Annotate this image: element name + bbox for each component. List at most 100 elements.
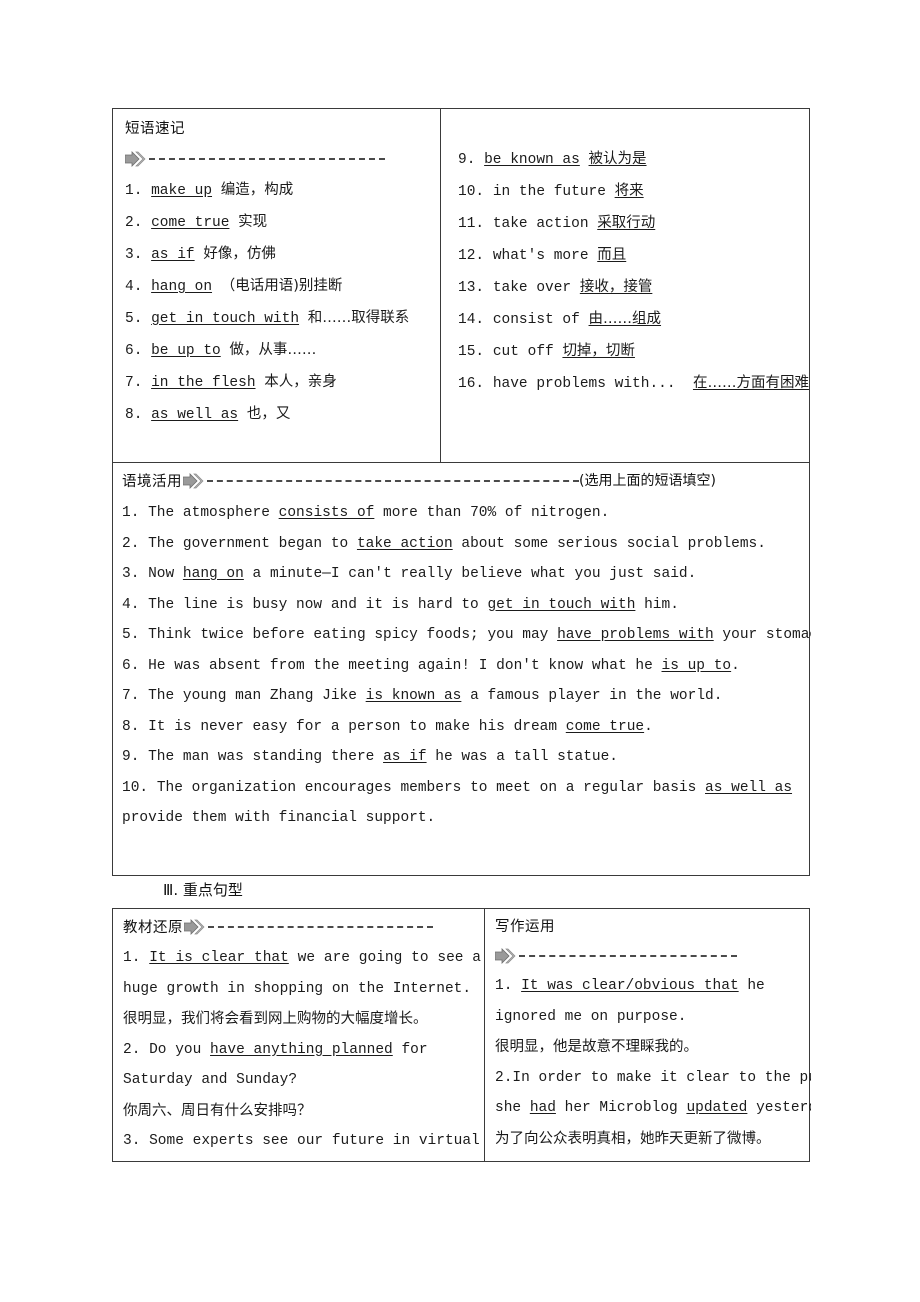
- page-title: Ⅲ. 重点句型: [163, 881, 243, 899]
- item-number: 3.: [122, 566, 140, 582]
- sentence-answer: get in touch with: [487, 596, 636, 613]
- translation: 你周六、周日有什么安排吗？: [123, 1102, 312, 1119]
- writing-application-rule: [494, 944, 811, 966]
- phrase-box-rule: [124, 147, 430, 169]
- item-phrase: as if: [151, 247, 195, 263]
- item-number: 6.: [125, 343, 143, 359]
- item-number: 10.: [122, 779, 149, 796]
- sentence-answer: had: [529, 1100, 556, 1116]
- list-item: 5. get in touch with 和……取得联系: [125, 303, 430, 335]
- list-item: 4. The line is busy now and it is hard t…: [122, 590, 809, 621]
- item-phrase: what's more: [492, 248, 589, 264]
- item-phrase: get in touch with: [151, 311, 300, 327]
- sentence-answer: have anything planned: [210, 1041, 393, 1058]
- sentence-post: about some serious social problems.: [452, 535, 766, 552]
- list-item: 2. The government began to take action a…: [122, 529, 809, 560]
- sentence-post: a famous player in the world.: [461, 688, 723, 704]
- item-phrase: make up: [151, 183, 213, 199]
- item-number: 4.: [122, 596, 140, 613]
- sentence-pattern-table: 教材还原 1. It is clear that we are going to…: [112, 908, 811, 1162]
- item-meaning: 将来: [614, 183, 644, 199]
- item-phrase: in the future: [492, 184, 606, 200]
- item-number: 1.: [123, 950, 141, 966]
- sentence-answer: hang on: [182, 566, 244, 582]
- textbook-restore-entries: 1. It is clear that we are going to see …: [123, 943, 481, 1157]
- sentence-pre: The young man Zhang Jike: [148, 688, 366, 704]
- item-number: 1.: [495, 978, 513, 994]
- item-number: 5.: [122, 627, 140, 643]
- item-meaning: 而且: [597, 247, 627, 263]
- item-number: 13.: [458, 280, 485, 296]
- double-chevron-arrow-icon: [124, 151, 149, 167]
- vocabulary-table: 短语速记 1. make up 编造，构成 2. come true 实现 3.…: [112, 108, 811, 876]
- sentence-answer: come true: [565, 718, 645, 735]
- item-phrase: be up to: [151, 343, 221, 359]
- phrase-list-left-cell: 短语速记 1. make up 编造，构成 2. come true 实现 3.…: [113, 109, 440, 462]
- item-number: 7.: [122, 688, 140, 704]
- item-phrase: have problems with...: [492, 376, 676, 392]
- item-number: 15.: [458, 344, 485, 360]
- list-item: 9. The man was standing there as if he w…: [122, 742, 809, 773]
- context-box-hint: (选用上面的短语填空): [579, 473, 716, 489]
- item-number: 1.: [122, 505, 140, 521]
- item-number: 9.: [122, 749, 140, 765]
- writing-application-title: 写作运用: [495, 919, 555, 935]
- context-sentence-list: 1. The atmosphere consists of more than …: [122, 498, 811, 834]
- list-item: 7. in the flesh 本人，亲身: [125, 367, 430, 399]
- list-item: 14. consist of 由……组成: [458, 304, 805, 336]
- list-item: 3. Now hang on a minute—I can't really b…: [122, 559, 809, 590]
- writing-application-entries: 1. It was clear/obvious that he ignored …: [495, 971, 811, 1154]
- list-item: 3. as if 好像，仿佛: [125, 239, 430, 271]
- item-meaning: 也，又: [246, 406, 291, 422]
- sentence-pre: The man was standing there: [148, 749, 384, 765]
- item-number: 10.: [458, 184, 485, 200]
- sentence-answer: is known as: [365, 688, 462, 704]
- sentence-post: your stomach.: [722, 627, 811, 643]
- item-meaning: 在……方面有困难: [692, 375, 809, 391]
- list-item: 8. as well as 也，又: [125, 399, 430, 431]
- sentence-pre: Think twice before eating spicy foods; y…: [148, 627, 558, 643]
- sentence-answer: as if: [383, 749, 427, 765]
- item-meaning: 被认为是: [588, 151, 647, 167]
- item-number: 2.: [122, 535, 140, 552]
- phrase-list-left: 1. make up 编造，构成 2. come true 实现 3. as i…: [125, 175, 430, 431]
- list-item: 10. The organization encourages members …: [122, 773, 804, 834]
- sentence-pre: It is never easy for a person to make hi…: [148, 718, 566, 735]
- context-box-title: 语境活用: [122, 473, 182, 490]
- item-meaning: （电话用语)别挂断: [220, 278, 343, 294]
- sentence-post: .: [731, 657, 740, 674]
- context-box-dash-rule: [207, 479, 579, 483]
- item-phrase: as well as: [151, 407, 239, 423]
- item-phrase: be known as: [484, 152, 580, 168]
- item-meaning: 由……组成: [588, 311, 662, 327]
- textbook-restore-title: 教材还原: [123, 919, 183, 936]
- translation: 很明显，他是故意不理睬我的。: [495, 1039, 698, 1055]
- list-item: 12. what's more 而且: [458, 240, 805, 272]
- document-page: 短语速记 1. make up 编造，构成 2. come true 实现 3.…: [0, 0, 920, 1302]
- textbook-restore-cell: 教材还原 1. It is clear that we are going to…: [113, 909, 484, 1161]
- context-practice-cell: 语境活用 (选用上面的短语填空) 1. The atmosphere consi…: [113, 463, 811, 876]
- list-item: 6. be up to 做，从事……: [125, 335, 430, 367]
- phrase-list-right: 9. be known as 被认为是 10. in the future 将来…: [458, 144, 809, 400]
- list-item: 8. It is never easy for a person to make…: [122, 712, 809, 743]
- list-item: 6. He was absent from the meeting again!…: [122, 651, 809, 682]
- sentence-pre: The line is busy now and it is hard to: [148, 596, 488, 613]
- item-phrase: cut off: [492, 344, 554, 360]
- list-item: 7. The young man Zhang Jike is known as …: [122, 681, 809, 712]
- list-item: 2. come true 实现: [125, 207, 430, 239]
- sentence-pre: she: [495, 1100, 530, 1116]
- context-box-rule: 语境活用 (选用上面的短语填空): [122, 469, 809, 491]
- sentence-pre: The atmosphere: [148, 505, 279, 521]
- list-item: 4. hang on （电话用语)别挂断: [125, 271, 430, 303]
- sentence-answer: consists of: [278, 505, 375, 521]
- textbook-restore-rule: 教材还原: [123, 915, 484, 937]
- item-phrase: take action: [492, 216, 589, 232]
- sentence-post: more than 70% of nitrogen.: [374, 505, 610, 521]
- sentence-post: a minute—I can't really believe what you…: [243, 566, 697, 582]
- item-number: 3.: [125, 247, 143, 263]
- item-meaning: 和……取得联系: [307, 310, 410, 326]
- sentence-answer: is up to: [661, 657, 732, 674]
- sentence-pre: The government began to: [148, 535, 357, 552]
- list-item: 13. take over 接收，接管: [458, 272, 805, 304]
- list-item: 10. in the future 将来: [458, 176, 805, 208]
